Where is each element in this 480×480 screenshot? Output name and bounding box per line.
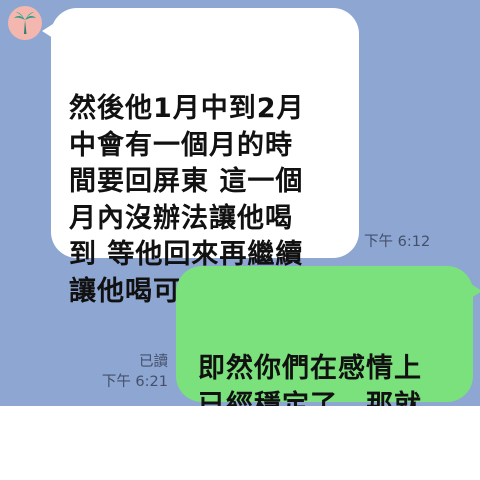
outgoing-message-time: 下午 6:21 <box>101 374 168 390</box>
incoming-bubble-tail <box>42 22 56 40</box>
chat-area[interactable]: 然後他1月中到2月 中會有一個月的時 間要回屏東 這一個 月內沒辦法讓他喝 到 … <box>0 0 480 406</box>
contact-avatar[interactable] <box>8 6 42 40</box>
outgoing-message-meta: 已讀 下午 6:21 <box>102 352 168 392</box>
incoming-message-time: 下午 6:12 <box>364 234 431 250</box>
read-receipt: 已讀 <box>139 354 168 370</box>
incoming-message-bubble[interactable]: 然後他1月中到2月 中會有一個月的時 間要回屏東 這一個 月內沒辦法讓他喝 到 … <box>42 8 359 307</box>
outgoing-message-text: 即然你們在感情上 已經穩定了，那就 不用在喝了 <box>198 353 422 406</box>
palm-tree-icon <box>14 12 36 34</box>
outgoing-bubble-tail <box>468 282 480 300</box>
outgoing-message-bubble[interactable]: 即然你們在感情上 已經穩定了，那就 不用在喝了 <box>176 266 480 406</box>
